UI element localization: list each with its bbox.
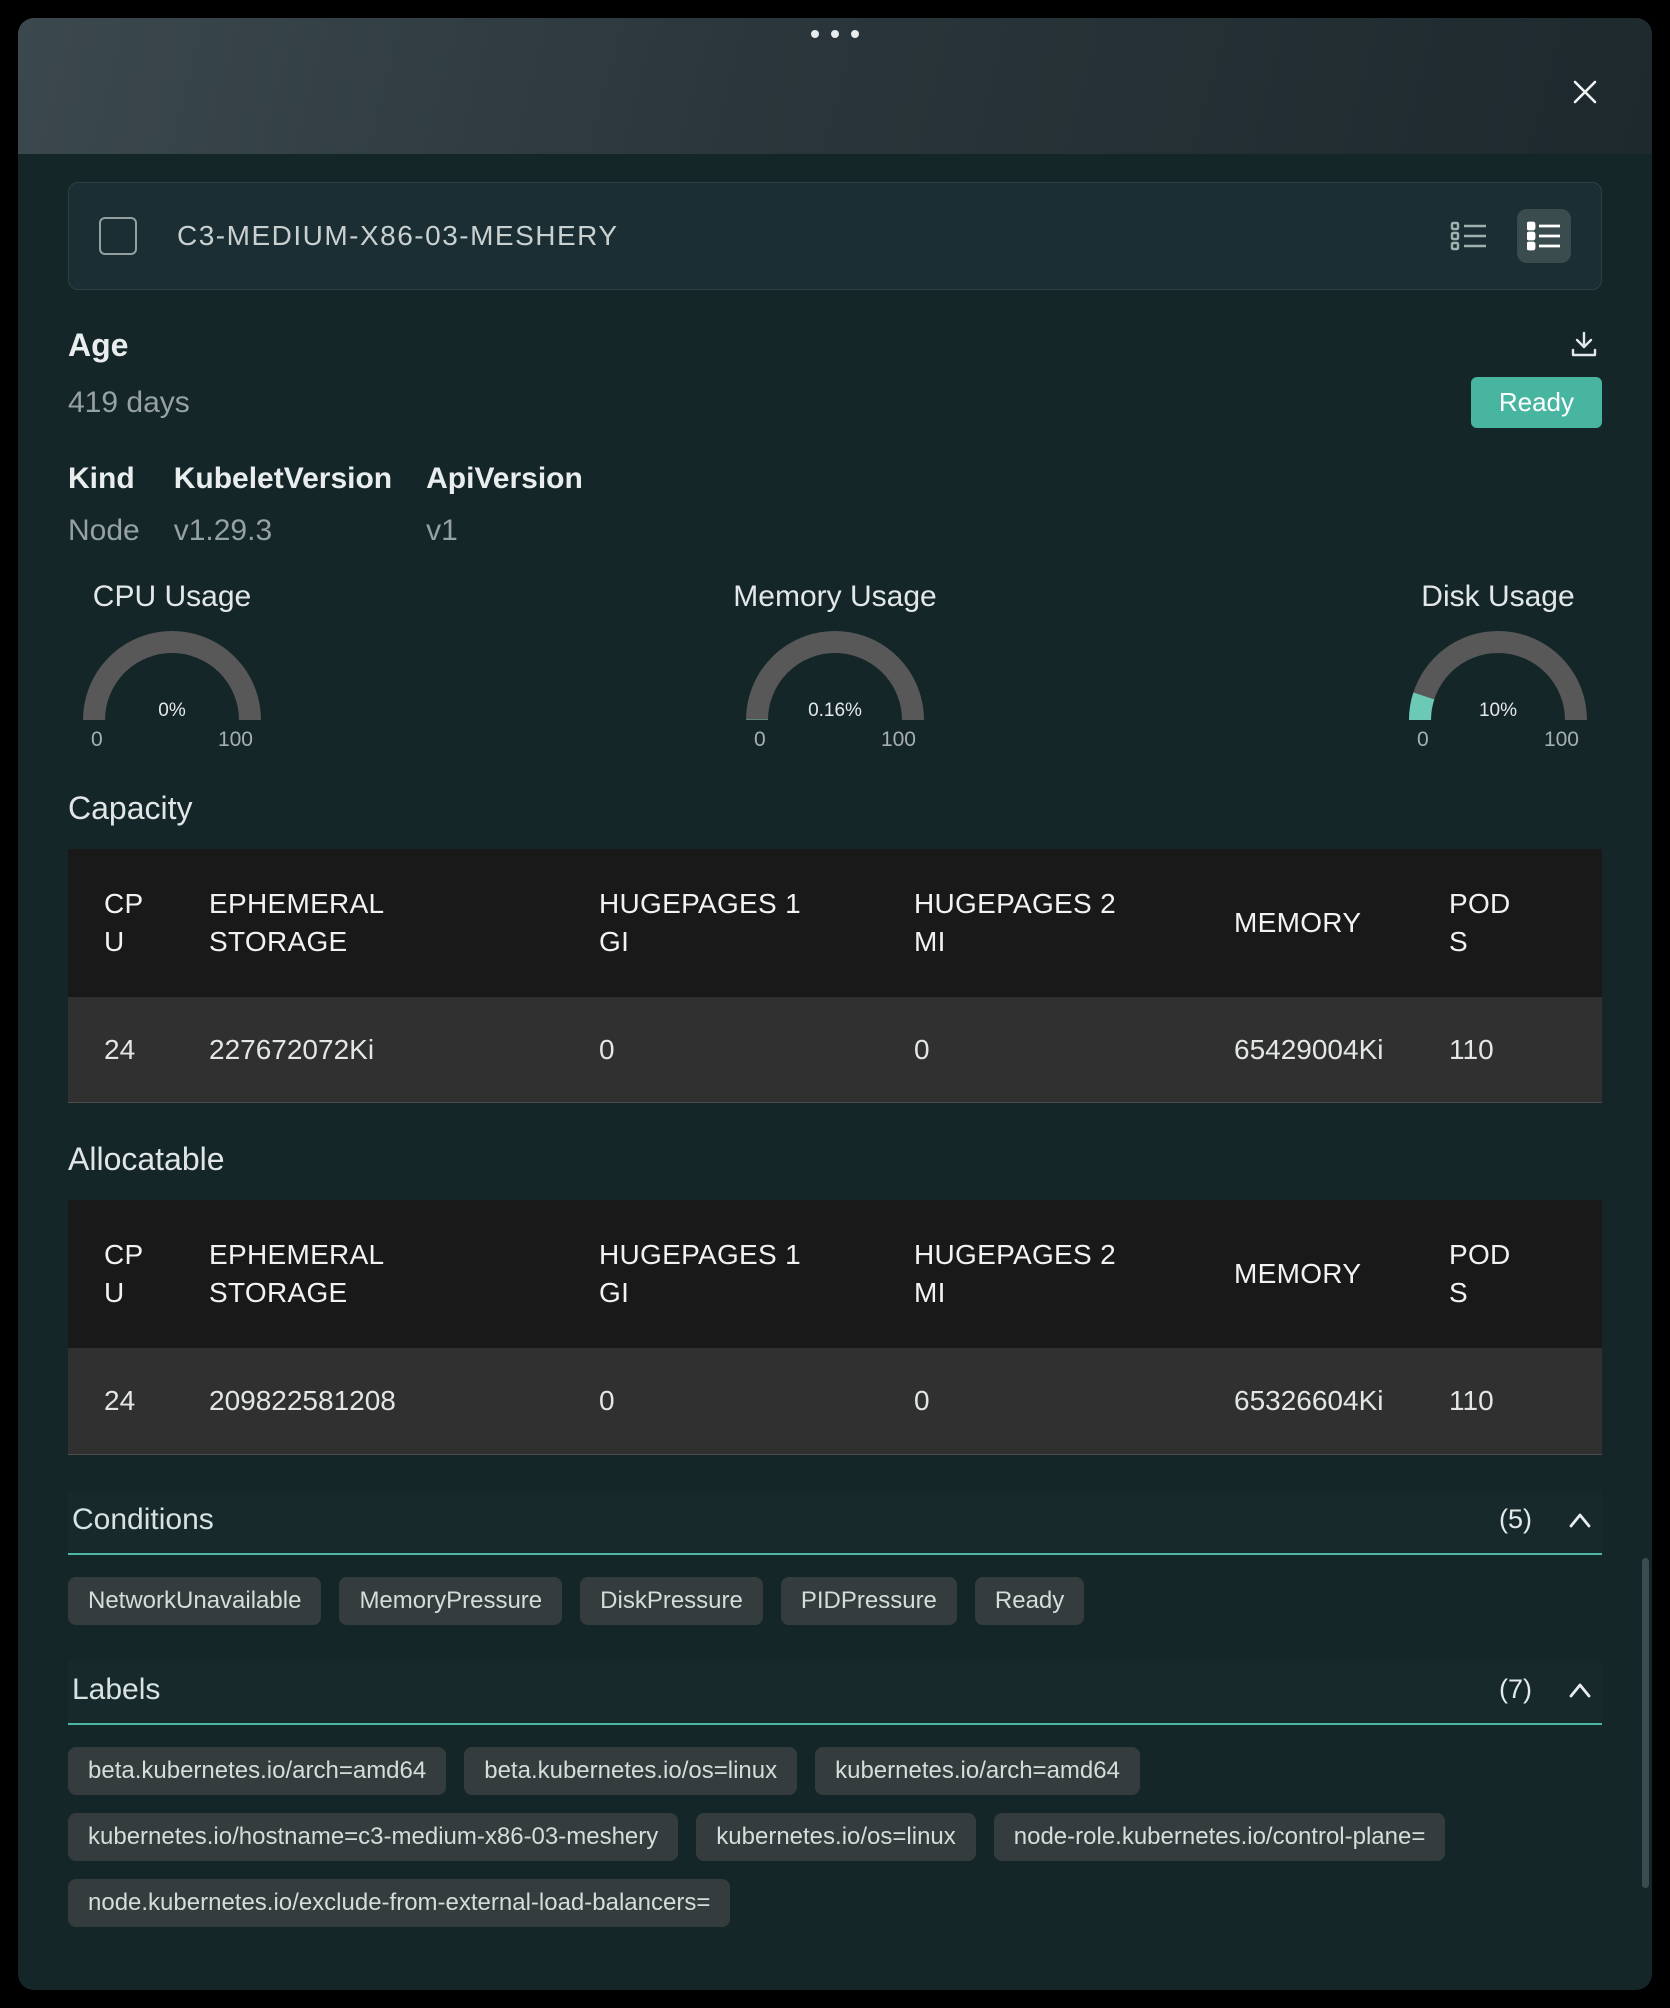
conditions-title: Conditions [72,1503,214,1537]
tag-chip: MemoryPressure [339,1577,562,1625]
gauge-min-label: 0 [754,728,766,752]
tag-chip: PIDPressure [781,1577,957,1625]
allocatable-table: CPUEPHEMERAL STORAGEHUGEPAGES 1 GIHUGEPA… [68,1200,1602,1454]
column-header: EPHEMERAL STORAGE [173,1200,563,1348]
allocatable-heading: Allocatable [68,1141,1602,1178]
view-toggle [1447,209,1571,263]
table-cell: 0 [563,1348,878,1454]
usage-gauges-row: CPU Usage0%0100Memory Usage0.16%0100Disk… [68,580,1602,752]
table-row: 24227672072Ki0065429004Ki110 [68,997,1602,1103]
column-header: MEMORY [1198,1200,1413,1348]
tag-chip: kubernetes.io/arch=amd64 [815,1747,1140,1795]
labels-title: Labels [72,1673,160,1707]
table-cell: 0 [878,997,1198,1103]
age-label: Age [68,327,128,364]
column-header: HUGEPAGES 1 GI [563,1200,878,1348]
chevron-up-icon[interactable] [1566,1679,1594,1701]
gauge-max-label: 100 [218,728,253,752]
table-cell: 65429004Ki [1198,997,1413,1103]
download-icon[interactable] [1566,326,1602,365]
resource-title: C3-MEDIUM-X86-03-MESHERY [177,220,1447,252]
node-details-modal: C3-MEDIUM-X86-03-MESHERY [18,18,1652,1990]
table-cell: 110 [1413,997,1602,1103]
table-cell: 24 [68,997,173,1103]
kv-kind: Kind Node [68,462,140,548]
labels-chips: beta.kubernetes.io/arch=amd64 beta.kubern… [68,1747,1602,1927]
conditions-chips: NetworkUnavailable MemoryPressure DiskPres… [68,1577,1602,1625]
scrollbar-thumb[interactable] [1642,1558,1649,1888]
gauge-min-label: 0 [1417,728,1429,752]
usage-gauge: CPU Usage 0% 0 100 [72,580,272,752]
modal-content: C3-MEDIUM-X86-03-MESHERY [18,182,1652,1927]
tag-chip: NetworkUnavailable [68,1577,321,1625]
gauge-value: 10% [1405,700,1591,722]
column-header: CPU [68,849,173,997]
modal-header [18,18,1652,154]
drag-handle-icon[interactable] [811,30,859,38]
column-header: EPHEMERAL STORAGE [173,849,563,997]
table-header-row: CPUEPHEMERAL STORAGEHUGEPAGES 1 GIHUGEPA… [68,1200,1602,1348]
table-row: 242098225812080065326604Ki110 [68,1348,1602,1454]
column-header: HUGEPAGES 2 MI [878,849,1198,997]
column-header: HUGEPAGES 1 GI [563,849,878,997]
field-label: KubeletVersion [174,462,392,496]
compact-list-icon[interactable] [1447,214,1491,258]
detailed-list-icon[interactable] [1517,209,1571,263]
tag-chip: kubernetes.io/hostname=c3-medium-x86-03-… [68,1813,678,1861]
gauge-min-label: 0 [91,728,103,752]
meta-fields: Kind Node KubeletVersion v1.29.3 ApiVers… [68,462,1602,548]
status-badge: Ready [1471,377,1602,428]
field-value: Node [68,514,140,548]
table-cell: 209822581208 [173,1348,563,1454]
table-cell: 65326604Ki [1198,1348,1413,1454]
table-header-row: CPUEPHEMERAL STORAGEHUGEPAGES 1 GIHUGEPA… [68,849,1602,997]
table-cell: 0 [878,1348,1198,1454]
usage-gauge: Disk Usage 10% 0 100 [1398,580,1598,752]
kv-api-version: ApiVersion v1 [426,462,583,548]
tag-chip: node-role.kubernetes.io/control-plane= [994,1813,1446,1861]
field-value: v1.29.3 [174,514,392,548]
gauge-value: 0.16% [742,700,928,722]
tag-chip: beta.kubernetes.io/arch=amd64 [68,1747,446,1795]
field-label: ApiVersion [426,462,583,496]
tag-chip: Ready [975,1577,1084,1625]
column-header: HUGEPAGES 2 MI [878,1200,1198,1348]
gauge-title: Memory Usage [733,580,936,614]
table-cell: 110 [1413,1348,1602,1454]
gauge-max-label: 100 [881,728,916,752]
field-label: Kind [68,462,140,496]
tag-chip: beta.kubernetes.io/os=linux [464,1747,797,1795]
conditions-count: (5) [1499,1504,1532,1535]
tag-chip: node.kubernetes.io/exclude-from-external… [68,1879,730,1927]
table-cell: 24 [68,1348,173,1454]
capacity-heading: Capacity [68,790,1602,827]
usage-gauge: Memory Usage 0.16% 0 100 [735,580,935,752]
gauge-max-label: 100 [1544,728,1579,752]
close-icon[interactable] [1562,70,1608,116]
table-cell: 0 [563,997,878,1103]
column-header: CPU [68,1200,173,1348]
tag-chip: kubernetes.io/os=linux [696,1813,975,1861]
labels-count: (7) [1499,1674,1532,1705]
column-header: PODS [1413,1200,1602,1348]
kv-kubelet-version: KubeletVersion v1.29.3 [174,462,392,548]
column-header: PODS [1413,849,1602,997]
tag-chip: DiskPressure [580,1577,763,1625]
labels-section-header[interactable]: Labels (7) [68,1661,1602,1725]
gauge-value: 0% [79,700,265,722]
gauge-title: CPU Usage [93,580,251,614]
capacity-table: CPUEPHEMERAL STORAGEHUGEPAGES 1 GIHUGEPA… [68,849,1602,1103]
age-value: 419 days [68,386,190,420]
chevron-up-icon[interactable] [1566,1509,1594,1531]
select-checkbox[interactable] [99,217,137,255]
conditions-section-header[interactable]: Conditions (5) [68,1491,1602,1555]
table-cell: 227672072Ki [173,997,563,1103]
field-value: v1 [426,514,583,548]
column-header: MEMORY [1198,849,1413,997]
resource-title-card: C3-MEDIUM-X86-03-MESHERY [68,182,1602,290]
gauge-title: Disk Usage [1421,580,1574,614]
